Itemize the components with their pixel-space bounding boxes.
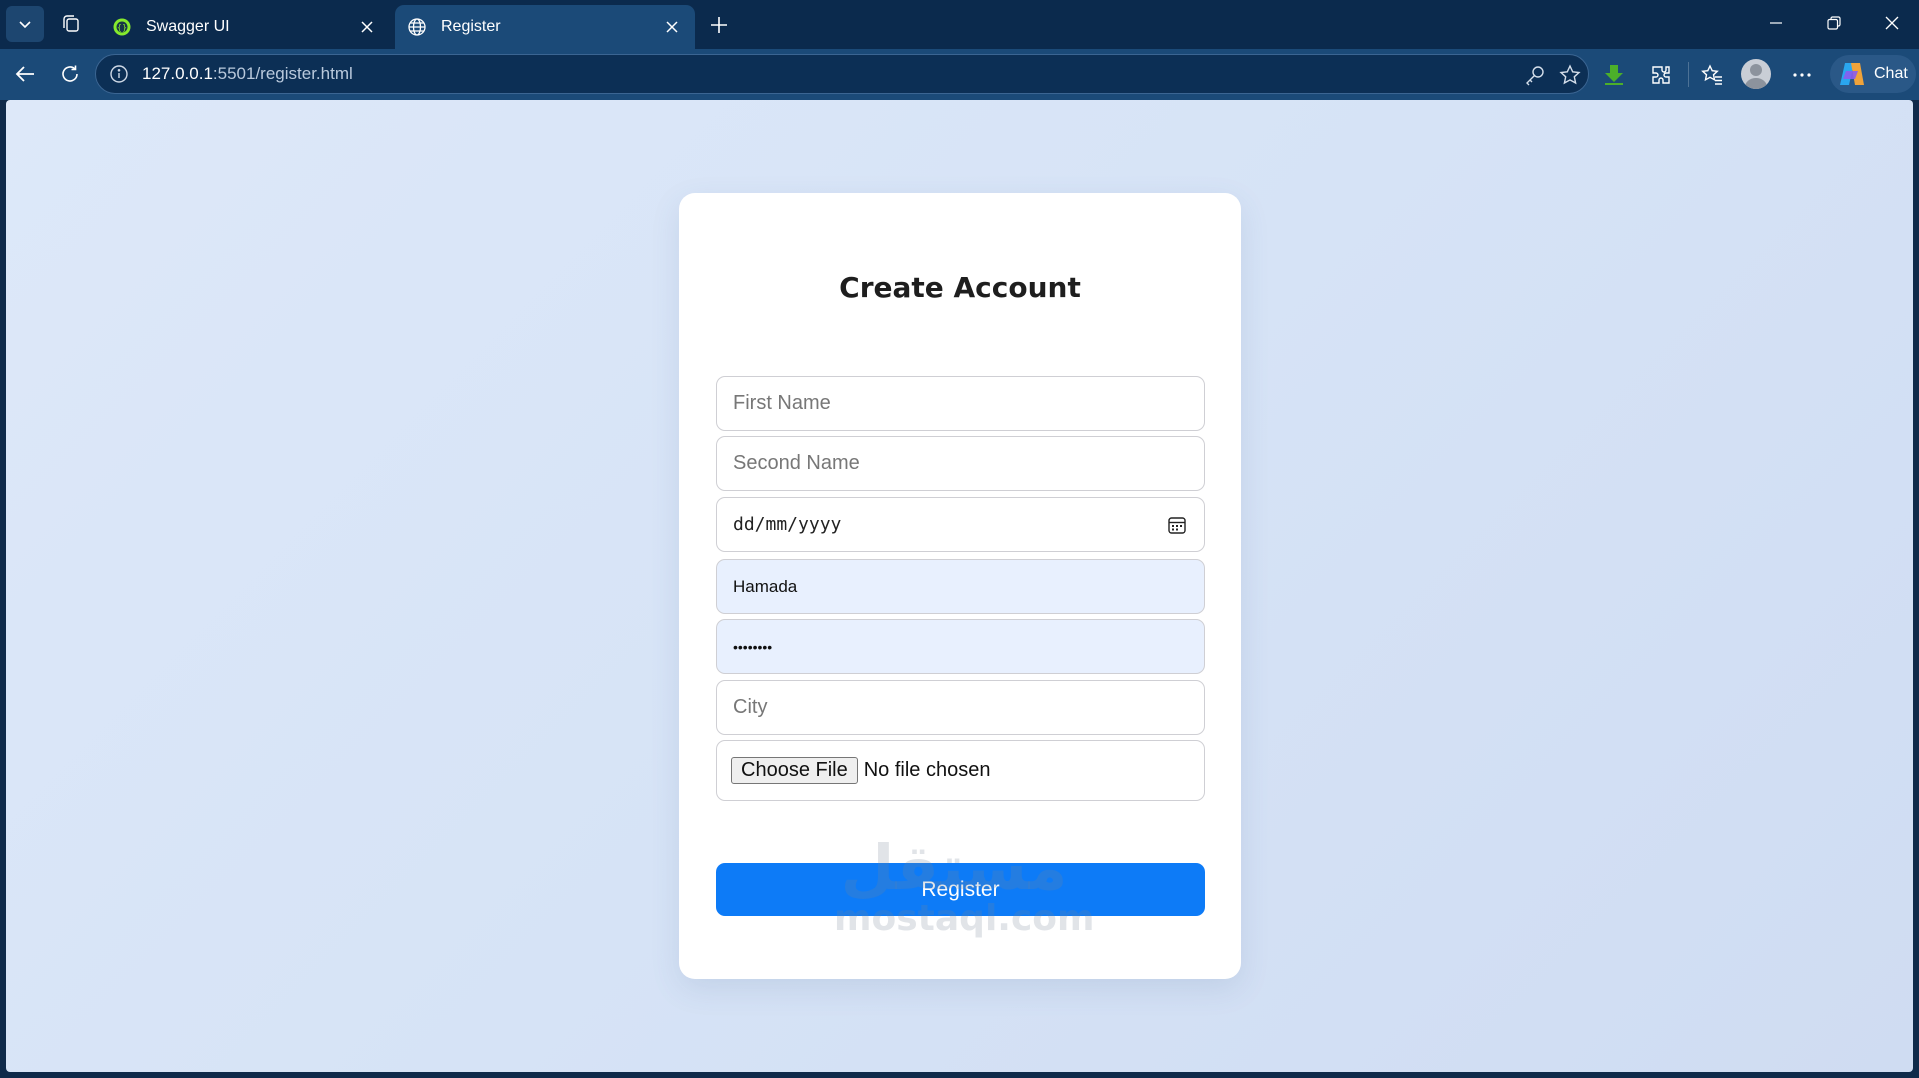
restore-button[interactable] bbox=[1805, 0, 1863, 46]
watermark: مستقل mostaql.com bbox=[834, 831, 1095, 939]
copilot-chat-button[interactable]: Chat bbox=[1830, 55, 1916, 93]
browser-toolbar: 127.0.0.1:5501/register.html Chat bbox=[0, 49, 1919, 100]
chat-label: Chat bbox=[1874, 65, 1908, 82]
new-tab-button[interactable] bbox=[702, 8, 736, 42]
refresh-button[interactable] bbox=[52, 56, 88, 92]
restore-icon bbox=[1827, 16, 1841, 30]
browser-tab-bar: {} Swagger UI Register bbox=[0, 0, 1919, 49]
chevron-down-icon bbox=[19, 21, 31, 29]
tab-swagger-ui[interactable]: {} Swagger UI bbox=[100, 5, 390, 49]
back-button[interactable] bbox=[7, 56, 43, 92]
copilot-icon bbox=[1840, 63, 1864, 85]
page-title: Create Account bbox=[839, 271, 1081, 304]
calendar-icon[interactable] bbox=[1166, 514, 1188, 536]
tab-register[interactable]: Register bbox=[395, 5, 695, 49]
collections-button[interactable] bbox=[52, 6, 90, 42]
toolbar-divider bbox=[1688, 62, 1689, 87]
collections-icon bbox=[63, 15, 79, 32]
arrow-left-icon bbox=[15, 66, 34, 82]
extensions-icon[interactable] bbox=[1645, 59, 1677, 91]
password-value: •••••••• bbox=[733, 638, 773, 655]
password-input[interactable]: •••••••• bbox=[716, 619, 1205, 674]
favorites-icon[interactable] bbox=[1696, 59, 1728, 91]
refresh-icon bbox=[62, 65, 78, 82]
city-input[interactable]: City bbox=[716, 680, 1205, 735]
first-name-input[interactable]: First Name bbox=[716, 376, 1205, 431]
globe-icon bbox=[407, 17, 427, 37]
site-info-icon[interactable] bbox=[108, 63, 130, 85]
close-window-button[interactable] bbox=[1863, 0, 1919, 46]
key-icon[interactable] bbox=[1523, 63, 1547, 87]
url-text: 127.0.0.1:5501/register.html bbox=[142, 64, 353, 84]
profile-avatar[interactable] bbox=[1741, 59, 1771, 89]
tab-title: Register bbox=[441, 18, 501, 35]
minimize-button[interactable] bbox=[1747, 0, 1805, 46]
file-upload-field: Choose File No file chosen bbox=[716, 740, 1205, 801]
star-icon[interactable] bbox=[1558, 63, 1582, 87]
download-extension-icon[interactable] bbox=[1598, 59, 1630, 91]
username-value: Hamada bbox=[733, 576, 798, 596]
watermark-latin: mostaql.com bbox=[834, 898, 1095, 939]
swagger-icon: {} bbox=[112, 17, 132, 37]
city-placeholder: City bbox=[733, 696, 768, 718]
close-tab-icon[interactable] bbox=[356, 16, 378, 38]
second-name-input[interactable]: Second Name bbox=[716, 436, 1205, 491]
address-bar[interactable]: 127.0.0.1:5501/register.html bbox=[95, 54, 1589, 94]
date-placeholder: dd/mm/yyyy bbox=[733, 514, 842, 535]
tab-title: Swagger UI bbox=[146, 18, 230, 35]
close-icon bbox=[1885, 16, 1899, 30]
choose-file-button[interactable]: Choose File bbox=[731, 757, 858, 784]
file-status-text: No file chosen bbox=[863, 759, 991, 781]
first-name-placeholder: First Name bbox=[733, 392, 831, 414]
tab-actions-menu-button[interactable] bbox=[6, 6, 44, 42]
svg-text:{}: {} bbox=[117, 23, 127, 32]
watermark-arabic: مستقل bbox=[840, 831, 1068, 904]
plus-icon bbox=[711, 17, 727, 33]
second-name-placeholder: Second Name bbox=[733, 452, 860, 474]
more-options-icon[interactable] bbox=[1786, 59, 1818, 91]
minimize-icon bbox=[1770, 22, 1782, 24]
url-path: :5501/register.html bbox=[212, 64, 353, 83]
birth-date-input[interactable]: dd/mm/yyyy bbox=[716, 497, 1205, 552]
close-tab-icon[interactable] bbox=[661, 16, 683, 38]
username-input[interactable]: Hamada bbox=[716, 559, 1205, 614]
url-host: 127.0.0.1 bbox=[142, 64, 213, 83]
